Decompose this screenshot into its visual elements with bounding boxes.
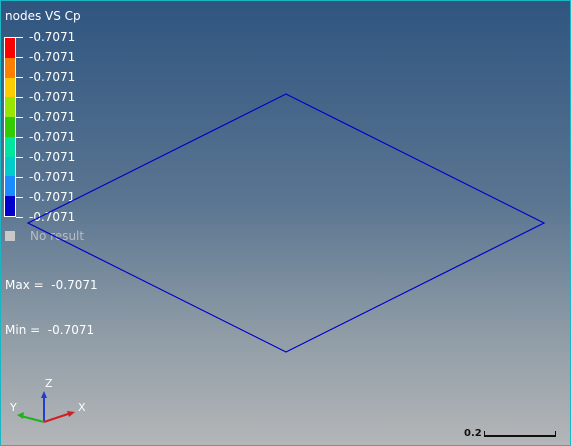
- axis-triad: Z X Y: [9, 377, 86, 423]
- y-axis-line: [20, 415, 45, 423]
- scale-bar: 0.2: [464, 428, 564, 442]
- graphics-viewport[interactable]: nodes VS Cp -0.7071 -0.7071 -0.7071 -0.7071…: [0, 0, 571, 446]
- y-axis-label: Y: [9, 401, 17, 414]
- z-axis-label: Z: [45, 377, 53, 390]
- scale-ruler: [484, 431, 556, 437]
- x-axis-label: X: [78, 401, 86, 414]
- x-axis-arrow: [67, 411, 75, 417]
- scale-label: 0.2: [464, 428, 482, 439]
- x-axis-line: [43, 412, 72, 423]
- z-axis-arrow: [41, 391, 47, 398]
- y-axis-arrow: [17, 412, 24, 419]
- model-element-edges[interactable]: [26, 93, 546, 353]
